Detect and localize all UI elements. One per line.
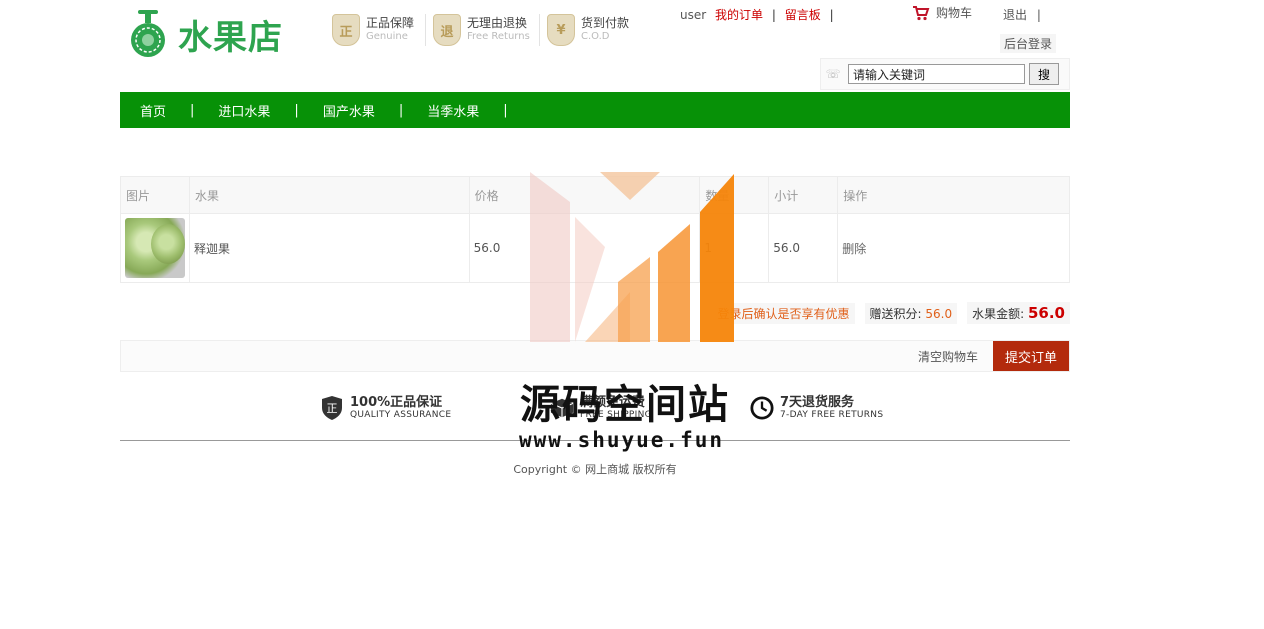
clear-cart-button[interactable]: 清空购物车	[918, 348, 978, 365]
logout-area: 退出 |	[1003, 6, 1041, 23]
store-name: 水果店	[178, 17, 283, 58]
cell-subtotal: 56.0	[768, 213, 839, 283]
points-value: 56.0	[925, 306, 953, 321]
phone-icon: ☏	[825, 67, 841, 81]
logout-link[interactable]: 退出	[1003, 8, 1027, 22]
nav-item-imported[interactable]: 进口水果	[218, 101, 270, 120]
my-orders-link[interactable]: 我的订单	[715, 8, 763, 22]
nav-separator: |	[398, 102, 404, 118]
service-returns-title: 7天退货服务	[780, 394, 855, 410]
cod-badge-icon: ¥	[547, 14, 575, 46]
cart-link-label: 购物车	[936, 6, 973, 20]
nav-item-home[interactable]: 首页	[140, 101, 166, 120]
service-quality: 正 100%正品保证 QUALITY ASSURANCE	[320, 394, 451, 422]
nav-separator: |	[190, 102, 195, 118]
total-chip: 水果金额: 56.0	[967, 302, 1070, 324]
points-chip: 赠送积分: 56.0	[864, 302, 958, 324]
clock-icon	[750, 394, 774, 422]
shield-icon: 正	[320, 394, 344, 422]
nav-separator: |	[503, 102, 508, 118]
submit-order-button[interactable]: 提交订单	[993, 341, 1069, 371]
svg-text:正: 正	[327, 402, 338, 415]
service-returns-subtitle: 7-DAY FREE RETURNS	[780, 409, 884, 420]
cell-action: 删除	[837, 213, 1070, 283]
message-board-link[interactable]: 留言板	[785, 8, 821, 22]
search-bar: ☏ 搜	[820, 58, 1070, 90]
copyright-text: Copyright © 网上商城 版权所有	[513, 463, 677, 476]
promise-returns-title: 无理由退换	[467, 16, 528, 30]
promise-genuine-subtitle: Genuine	[366, 31, 408, 42]
admin-login-link[interactable]: 后台登录	[1000, 34, 1057, 53]
user-bar-separator: |	[829, 8, 834, 22]
service-quality-subtitle: QUALITY ASSURANCE	[350, 409, 452, 420]
nav-separator: |	[294, 102, 299, 118]
promise-cod: ¥ 货到付款 C.O.D	[547, 12, 629, 48]
cart-link[interactable]: 购物车	[912, 4, 972, 21]
column-header-image: 图片	[120, 176, 190, 214]
promise-genuine-title: 正品保障	[366, 16, 415, 30]
user-bar: user 我的订单 | 留言板 |	[680, 6, 839, 23]
nav-item-domestic[interactable]: 国产水果	[323, 101, 375, 120]
store-logo-icon	[131, 10, 165, 57]
custard-apple-image[interactable]	[125, 218, 185, 278]
promise-divider	[425, 14, 426, 46]
total-label: 水果金额:	[972, 307, 1025, 321]
column-header-fruit: 水果	[188, 176, 470, 214]
promise-cod-title: 货到付款	[581, 16, 630, 30]
promise-returns-subtitle: Free Returns	[467, 31, 530, 42]
main-nav: 首页 | 进口水果 | 国产水果 | 当季水果 |	[120, 92, 1070, 128]
search-input[interactable]	[848, 64, 1025, 84]
promise-genuine: 正 正品保障 Genuine	[332, 12, 414, 48]
points-label: 赠送积分:	[869, 306, 922, 321]
nav-item-seasonal[interactable]: 当季水果	[427, 101, 479, 120]
service-returns: 7天退货服务 7-DAY FREE RETURNS	[750, 394, 883, 422]
promise-divider	[539, 14, 540, 46]
watermark-url: www.shuyue.fun	[519, 428, 725, 452]
user-bar-separator: |	[771, 8, 776, 22]
genuine-badge-icon: 正	[332, 14, 360, 46]
column-header-action: 操作	[837, 176, 1070, 214]
order-summary: 登录后确认是否享有优惠 赠送积分: 56.0 水果金额: 56.0	[703, 302, 1070, 324]
shopping-cart-icon	[913, 5, 930, 20]
column-header-subtotal: 小计	[768, 176, 839, 214]
promise-returns: 退 无理由退换 Free Returns	[433, 12, 530, 48]
watermark-logo	[530, 172, 734, 342]
delete-item-link[interactable]: 删除	[842, 242, 866, 256]
service-quality-title: 100%正品保证	[350, 394, 443, 410]
cell-fruit-name[interactable]: 释迦果	[188, 213, 470, 283]
returns-badge-icon: 退	[433, 14, 461, 46]
cell-image	[120, 213, 190, 283]
logout-separator: |	[1036, 8, 1041, 22]
watermark-text: 源码空间站	[520, 382, 730, 428]
promise-cod-subtitle: C.O.D	[581, 31, 610, 42]
store-logo[interactable]: 水果店	[128, 8, 298, 60]
username: user	[680, 8, 707, 22]
total-value: 56.0	[1027, 304, 1065, 322]
search-button[interactable]: 搜	[1029, 63, 1059, 85]
